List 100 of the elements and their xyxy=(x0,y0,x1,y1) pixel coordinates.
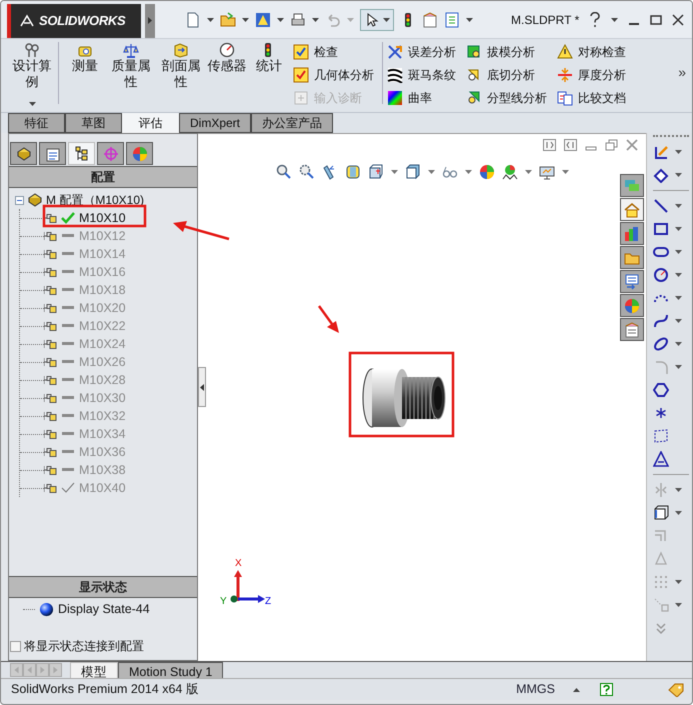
caret-icon[interactable] xyxy=(675,250,682,254)
checkbox[interactable] xyxy=(10,640,21,652)
ribbon-button[interactable]: 底切分析 xyxy=(466,65,547,84)
ribbon-button[interactable]: 质量属性 xyxy=(109,42,153,108)
ribbon-button[interactable]: 测量 xyxy=(64,42,106,108)
caret-icon[interactable] xyxy=(675,150,682,154)
ribbon-button[interactable]: 斑马条纹 xyxy=(387,65,456,84)
caret-up-icon[interactable] xyxy=(573,688,580,692)
caret-icon[interactable] xyxy=(675,511,682,515)
warning-icon[interactable] xyxy=(255,12,271,28)
caret-icon[interactable] xyxy=(675,227,682,231)
caret-icon[interactable] xyxy=(207,18,214,22)
command-tab[interactable]: 办公室产品 xyxy=(251,113,334,133)
glasses-icon[interactable] xyxy=(442,164,458,180)
zoom-icon[interactable] xyxy=(299,164,315,180)
rectangle-icon[interactable] xyxy=(653,221,669,237)
ribbon-button[interactable]: 对称检查 xyxy=(557,42,626,61)
panel-collapse-handle[interactable] xyxy=(198,367,206,407)
help-icon[interactable] xyxy=(600,683,613,696)
split-view-icon[interactable] xyxy=(564,139,577,151)
ellipse-icon[interactable] xyxy=(653,336,669,352)
ribbon-button[interactable]: 误差分析 xyxy=(387,42,456,61)
panel-tab[interactable] xyxy=(10,142,37,165)
task-pane-tab[interactable] xyxy=(620,198,644,221)
caret-icon[interactable] xyxy=(465,170,472,174)
new-document-icon[interactable] xyxy=(185,12,201,28)
caret-icon[interactable] xyxy=(675,173,682,177)
caret-icon[interactable] xyxy=(525,170,532,174)
caret-icon[interactable] xyxy=(675,488,682,492)
ribbon-button[interactable]: 比较文档 xyxy=(557,88,626,107)
caret-icon[interactable] xyxy=(675,365,682,369)
open-folder-icon[interactable] xyxy=(220,12,236,28)
cube-icon[interactable] xyxy=(405,164,421,180)
ribbon-button[interactable]: 统计 xyxy=(248,42,290,108)
task-pane-tab[interactable] xyxy=(620,270,644,293)
more-button[interactable]: » xyxy=(678,62,686,83)
printer-icon[interactable] xyxy=(290,12,306,28)
caret-icon[interactable] xyxy=(242,18,249,22)
cube-icon[interactable] xyxy=(368,164,384,180)
caret-icon[interactable] xyxy=(675,342,682,346)
list-icon[interactable] xyxy=(444,12,460,28)
line-icon[interactable] xyxy=(653,198,669,214)
task-pane-tab[interactable] xyxy=(620,318,644,341)
command-tab[interactable]: 特征 xyxy=(8,113,65,133)
clipboard-icon[interactable] xyxy=(422,12,438,28)
caret-icon[interactable] xyxy=(28,102,36,106)
letter-outline-icon[interactable] xyxy=(653,451,669,467)
task-pane-tab[interactable] xyxy=(620,246,644,269)
task-pane-tab[interactable] xyxy=(620,222,644,245)
caret-icon[interactable] xyxy=(277,18,284,22)
units-text[interactable]: MMGS xyxy=(516,680,555,699)
caret-icon[interactable] xyxy=(391,170,398,174)
caret-icon[interactable] xyxy=(675,273,682,277)
spline-icon[interactable] xyxy=(653,313,669,329)
caret-icon[interactable] xyxy=(466,18,473,22)
caret-icon[interactable] xyxy=(383,18,390,22)
task-pane-tab[interactable] xyxy=(620,174,644,197)
ribbon-button[interactable]: 设计算例 xyxy=(11,42,53,108)
restore-icon[interactable] xyxy=(650,14,662,26)
command-tab[interactable]: DimXpert xyxy=(179,113,252,133)
caret-icon[interactable] xyxy=(675,580,682,584)
configuration-item[interactable]: M10X10 xyxy=(79,208,126,228)
caret-icon[interactable] xyxy=(611,18,618,22)
ribbon-button[interactable]: 几何体分析 xyxy=(293,65,374,84)
panel-tab[interactable] xyxy=(68,142,95,165)
caret-icon[interactable] xyxy=(312,18,319,22)
zoom-icon[interactable] xyxy=(276,164,292,180)
ribbon-button[interactable]: 曲率 xyxy=(387,88,456,107)
display-state-item[interactable]: Display State-44 xyxy=(58,600,150,618)
expand-handle[interactable] xyxy=(145,4,155,38)
sketch-pencil-icon[interactable] xyxy=(653,144,669,160)
caret-icon[interactable] xyxy=(675,319,682,323)
task-pane-tab[interactable] xyxy=(620,294,644,317)
close-icon[interactable] xyxy=(672,14,684,26)
caret-icon[interactable] xyxy=(675,204,682,208)
bottom-tab[interactable]: 模型 xyxy=(70,662,118,678)
command-tab[interactable]: 草图 xyxy=(65,113,122,133)
ribbon-button[interactable]: 拔模分析 xyxy=(466,42,547,61)
select-tool-button[interactable] xyxy=(360,8,394,30)
caret-icon[interactable] xyxy=(675,296,682,300)
collapse-icon[interactable] xyxy=(15,196,24,204)
slot-icon[interactable] xyxy=(653,244,669,260)
split-view-icon[interactable] xyxy=(543,139,556,151)
ribbon-button[interactable]: 检查 xyxy=(293,42,374,61)
help-icon[interactable] xyxy=(589,12,601,27)
tag-icon[interactable] xyxy=(668,682,684,696)
color-ball-icon[interactable] xyxy=(479,164,495,180)
circle-icon[interactable] xyxy=(653,267,669,283)
ribbon-button[interactable]: 传感器 xyxy=(206,42,248,108)
ribbon-button[interactable]: 分型线分析 xyxy=(466,88,547,107)
bottom-tab[interactable]: Motion Study 1 xyxy=(118,662,224,678)
panel-tab[interactable] xyxy=(39,142,66,165)
ribbon-button[interactable]: 厚度分析 xyxy=(557,65,626,84)
caret-icon[interactable] xyxy=(675,603,682,607)
command-tab[interactable]: 评估 xyxy=(122,113,179,133)
ribbon-button[interactable]: 剖面属性 xyxy=(159,42,203,108)
dot-grid-icon[interactable] xyxy=(653,574,669,590)
caret-icon[interactable] xyxy=(428,170,435,174)
monitor-icon[interactable] xyxy=(539,164,555,180)
panel-tab[interactable] xyxy=(126,142,153,165)
